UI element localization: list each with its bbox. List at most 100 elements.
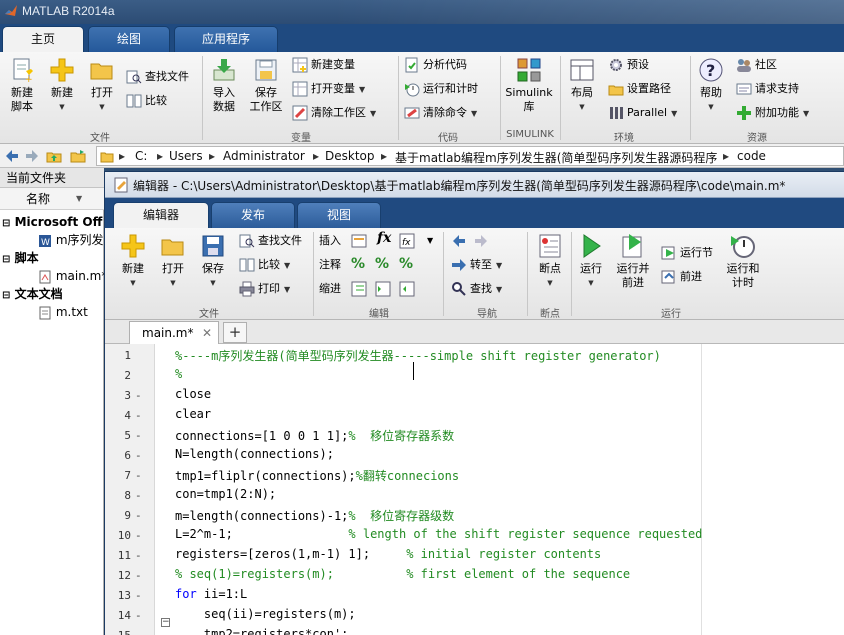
wrap-comments-icon[interactable]: %: [399, 256, 413, 272]
group-microsoft-office[interactable]: ⊟ Microsoft Off: [2, 213, 104, 231]
import-data-button[interactable]: 导入 数据: [206, 56, 242, 114]
comment-percent-icon[interactable]: %: [351, 256, 365, 272]
nav-forward-icon[interactable]: [473, 233, 489, 249]
tab-view[interactable]: 视图: [297, 202, 381, 228]
tab-plots[interactable]: 绘图: [88, 26, 170, 52]
editor-open-button[interactable]: 打开 ▼: [155, 232, 191, 290]
crumb-code[interactable]: code: [737, 149, 766, 163]
editor-title: 编辑器 - C:\Users\Administrator\Desktop\基于m…: [133, 179, 786, 193]
name-column-header[interactable]: 名称 ▼: [0, 188, 104, 210]
nav-back-icon[interactable]: [451, 233, 467, 249]
editor-save-button[interactable]: 保存 ▼: [195, 232, 231, 290]
breakpoint-marker[interactable]: -: [135, 449, 142, 462]
run-and-advance-button[interactable]: 运行并 前进: [613, 232, 653, 290]
community-button[interactable]: 社区: [736, 55, 777, 75]
editor-find-files-button[interactable]: 查找文件: [239, 231, 302, 251]
set-path-button[interactable]: 设置路径: [608, 79, 671, 99]
file-tab-main[interactable]: main.m* ✕: [129, 321, 219, 344]
tab-editor[interactable]: 编辑器: [113, 202, 209, 228]
find-button[interactable]: 查找 ▼: [451, 279, 502, 299]
group-text-documents[interactable]: ⊟ 文本文档: [2, 285, 104, 303]
layout-button[interactable]: 布局 ▼: [564, 56, 600, 114]
run-and-time-button[interactable]: 运行和计时: [404, 79, 478, 99]
run-button[interactable]: 运行 ▼: [573, 232, 609, 290]
new-script-button[interactable]: + 新建 脚本: [4, 56, 40, 114]
breakpoint-marker[interactable]: -: [135, 489, 142, 502]
uncomment-percent-icon[interactable]: %: [375, 256, 389, 272]
breakpoint-marker[interactable]: -: [135, 569, 142, 582]
list-item[interactable]: m.txt: [38, 303, 104, 321]
dropdown-icon[interactable]: ▼: [427, 236, 433, 245]
insert-button[interactable]: 插入: [319, 231, 341, 251]
help-button[interactable]: ? 帮助 ▼: [694, 56, 728, 114]
tab-home[interactable]: 主页: [2, 26, 84, 52]
parallel-button[interactable]: Parallel ▼: [608, 103, 677, 123]
analyze-code-button[interactable]: 分析代码: [404, 55, 467, 75]
file-label: m序列发: [55, 233, 104, 247]
clear-commands-icon: [404, 107, 420, 119]
code-line: %: [175, 367, 183, 381]
simulink-library-icon: [517, 58, 541, 82]
open-variable-button[interactable]: 打开变量 ▼: [292, 79, 365, 99]
insert-function-icon[interactable]: fx: [399, 233, 415, 249]
ribbon-separator: [398, 56, 399, 140]
new-button[interactable]: 新建 ▼: [44, 56, 80, 114]
breakpoint-marker[interactable]: -: [135, 429, 142, 442]
run-section-button[interactable]: 运行节: [661, 243, 713, 263]
fold-collapse-icon[interactable]: −: [161, 618, 170, 627]
breakpoint-marker[interactable]: -: [135, 409, 142, 422]
editor-compare-button[interactable]: 比较 ▼: [239, 255, 290, 275]
clear-workspace-button[interactable]: 清除工作区 ▼: [292, 103, 376, 123]
breakpoint-marker[interactable]: -: [135, 589, 142, 602]
crumb-drive[interactable]: C:: [135, 149, 147, 163]
comment-button[interactable]: 注释: [319, 255, 341, 275]
tab-apps[interactable]: 应用程序: [174, 26, 278, 52]
breakpoint-marker[interactable]: -: [135, 549, 142, 562]
increase-indent-icon[interactable]: [375, 281, 391, 297]
insert-section-icon[interactable]: [351, 233, 367, 249]
advance-button[interactable]: 前进: [661, 267, 702, 287]
decrease-indent-icon[interactable]: [399, 281, 415, 297]
list-item[interactable]: W m序列发: [38, 231, 104, 249]
editor-print-button[interactable]: 打印 ▼: [239, 279, 290, 299]
crumb-users[interactable]: Users: [169, 149, 203, 163]
save-workspace-button[interactable]: 保存 工作区: [246, 56, 286, 114]
request-support-button[interactable]: 请求支持: [736, 79, 799, 99]
find-files-button[interactable]: 查找文件: [126, 67, 189, 87]
preferences-button[interactable]: 预设: [608, 55, 649, 75]
ribbon-separator: [202, 56, 203, 140]
breakpoint-marker[interactable]: -: [135, 629, 142, 635]
path-box[interactable]: ▸ C: ▸ Users ▸ Administrator ▸ Desktop ▸…: [96, 146, 844, 166]
back-arrow-icon[interactable]: [4, 148, 20, 164]
compare-button[interactable]: 比较: [126, 91, 167, 111]
browse-folder-icon[interactable]: [70, 148, 86, 164]
smart-indent-icon[interactable]: [351, 281, 367, 297]
crumb-project[interactable]: 基于matlab编程m序列发生器(简单型码序列发生器源码程序: [395, 149, 717, 166]
breakpoint-marker[interactable]: -: [135, 389, 142, 402]
breakpoint-marker[interactable]: -: [135, 609, 142, 622]
goto-button[interactable]: 转至 ▼: [451, 255, 502, 275]
editor-new-button[interactable]: 新建 ▼: [115, 232, 151, 290]
breakpoint-marker[interactable]: -: [135, 509, 142, 522]
indent-button[interactable]: 缩进: [319, 279, 341, 299]
crumb-desktop[interactable]: Desktop: [325, 149, 375, 163]
breakpoints-button[interactable]: 断点 ▼: [531, 232, 569, 290]
forward-arrow-icon[interactable]: [24, 148, 40, 164]
new-tab-plus-icon[interactable]: +: [223, 322, 247, 343]
breakpoint-marker[interactable]: -: [135, 529, 142, 542]
up-folder-icon[interactable]: [46, 148, 62, 164]
tab-publish[interactable]: 发布: [211, 202, 295, 228]
code-editor[interactable]: 123-4-5-6-7-8-9-10-11-12-13-14-15- %----…: [105, 344, 844, 635]
fx-icon[interactable]: fx: [377, 230, 391, 246]
crumb-administrator[interactable]: Administrator: [223, 149, 305, 163]
close-icon[interactable]: ✕: [202, 322, 212, 344]
new-variable-button[interactable]: 新建变量: [292, 55, 355, 75]
clear-commands-button[interactable]: 清除命令 ▼: [404, 103, 477, 123]
simulink-library-button[interactable]: Simulink 库: [504, 56, 554, 114]
breakpoint-marker[interactable]: -: [135, 469, 142, 482]
group-scripts[interactable]: ⊟ 脚本: [2, 249, 104, 267]
run-and-time-button[interactable]: 运行和 计时: [723, 232, 763, 290]
add-ons-button[interactable]: 附加功能 ▼: [736, 103, 809, 123]
open-button[interactable]: 打开 ▼: [84, 56, 120, 114]
list-item[interactable]: main.m*: [38, 267, 104, 285]
